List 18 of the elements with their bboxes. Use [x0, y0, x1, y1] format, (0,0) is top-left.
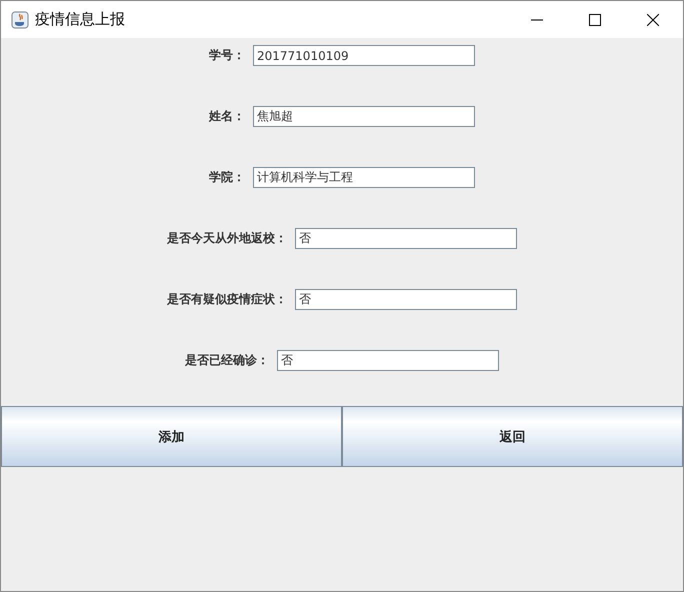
field-label: 学院：: [209, 169, 245, 186]
field-label: 是否今天从外地返校：: [167, 230, 287, 247]
field-label: 是否有疑似疫情症状：: [167, 291, 287, 308]
input-field[interactable]: 计算机科学与工程: [253, 167, 475, 188]
maximize-icon[interactable]: [589, 14, 601, 26]
input-field[interactable]: 否: [277, 350, 499, 371]
window-title: 疫情信息上报: [35, 10, 125, 29]
close-icon[interactable]: [647, 14, 659, 26]
app-icon: [11, 10, 29, 28]
add-button[interactable]: 添加: [1, 406, 342, 467]
back-button[interactable]: 返回: [342, 406, 683, 467]
input-field[interactable]: 否: [295, 228, 517, 249]
input-field[interactable]: 否: [295, 289, 517, 310]
input-field[interactable]: 201771010109: [253, 45, 475, 66]
field-label: 学号：: [209, 47, 245, 64]
input-field[interactable]: 焦旭超: [253, 106, 475, 127]
field-label: 姓名：: [209, 108, 245, 125]
field-label: 是否已经确诊：: [185, 352, 269, 369]
